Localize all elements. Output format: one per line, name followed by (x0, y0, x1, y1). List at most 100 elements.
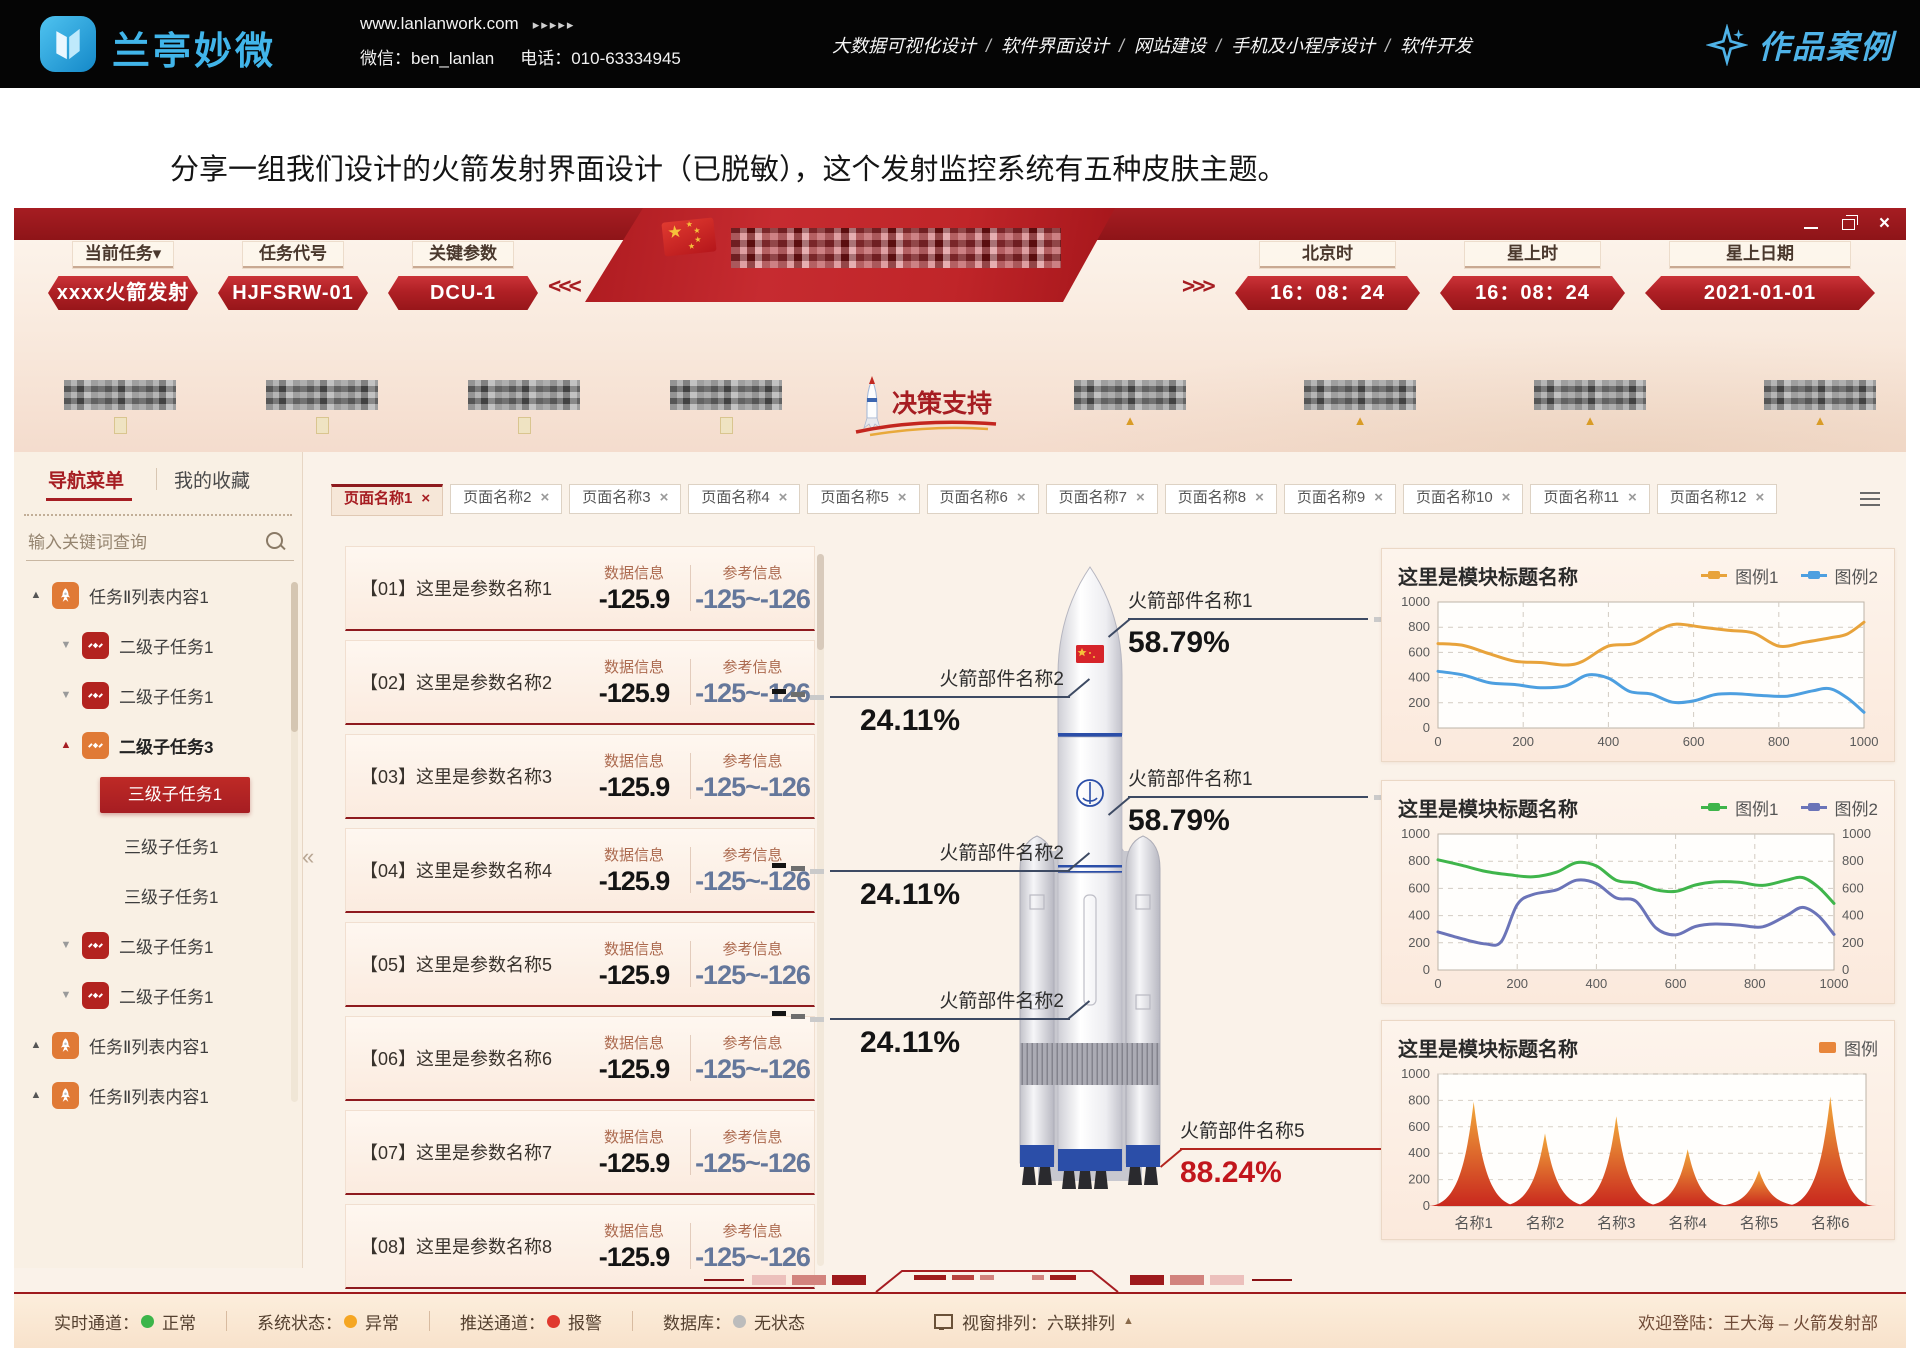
parameter-name: 【01】这里是参数名称1 (346, 575, 578, 601)
sidebar-scrollbar-thumb[interactable] (291, 582, 298, 732)
page-tab[interactable]: 页面名称3× (569, 484, 681, 514)
rocket-callout: 火箭部件名称224.11% (830, 838, 1070, 912)
redacted-nav-item[interactable] (264, 380, 380, 434)
parameter-card[interactable]: 【04】这里是参数名称4数据信息-125.9参考信息-125~-126 (345, 828, 815, 913)
tab-close-icon[interactable]: × (660, 489, 669, 506)
nav-marker (114, 417, 127, 434)
expand-arrow-icon[interactable]: ▼ (58, 639, 74, 651)
tab-close-icon[interactable]: × (1374, 489, 1383, 506)
redacted-nav-item[interactable] (466, 380, 582, 434)
search-input[interactable] (26, 526, 294, 561)
mission-field: 任务代号HJFSRW-01 (218, 242, 368, 310)
site-nav-item[interactable]: 软件开发 (1400, 36, 1472, 56)
sidebar-collapse-handle[interactable]: « (302, 844, 314, 870)
tab-close-icon[interactable]: × (1502, 489, 1511, 506)
page-tab[interactable]: 页面名称11× (1530, 484, 1649, 514)
site-nav-item[interactable]: 手机及小程序设计 (1231, 36, 1375, 56)
tab-close-icon[interactable]: × (1628, 489, 1637, 506)
status-dot-icon (344, 1315, 357, 1328)
sidebar-tab-nav-menu[interactable]: 导航菜单 (48, 466, 124, 493)
tree-item[interactable]: 三级子任务1 (14, 820, 296, 870)
tree-item-label[interactable]: 三级子任务1 (124, 883, 218, 908)
parameter-card[interactable]: 【06】这里是参数名称6数据信息-125.9参考信息-125~-126 (345, 1016, 815, 1101)
site-nav-item[interactable]: 软件界面设计 (1001, 36, 1109, 56)
field-label[interactable]: 任务代号 (243, 242, 343, 268)
tree-item[interactable]: ▲任务Ⅱ列表内容1 (14, 1020, 296, 1070)
tree-item[interactable]: 三级子任务1 (14, 770, 296, 820)
page-tab[interactable]: 页面名称12× (1657, 484, 1777, 514)
window-restore-button[interactable] (1842, 219, 1855, 230)
page-tab[interactable]: 页面名称1 × (331, 484, 443, 516)
satellite-icon (82, 732, 109, 759)
tab-close-icon[interactable]: × (540, 489, 549, 506)
tab-close-icon[interactable]: × (779, 489, 788, 506)
parameter-card[interactable]: 【05】这里是参数名称5数据信息-125.9参考信息-125~-126 (345, 922, 815, 1007)
sidebar-tab-favorites[interactable]: 我的收藏 (174, 466, 250, 493)
nav-item-decision-support[interactable]: 决策支持 (836, 374, 1006, 443)
redacted-nav-item[interactable]: ▲ (1302, 380, 1418, 427)
collapse-arrow-icon[interactable]: ▲ (58, 739, 74, 751)
tabs-menu-icon[interactable] (1860, 492, 1880, 510)
website-link[interactable]: www.lanlanwork.com (360, 14, 519, 33)
parameter-card[interactable]: 【01】这里是参数名称1数据信息-125.9参考信息-125~-126 (345, 546, 815, 631)
module-card-line-chart-1: 这里是模块标题名称图例1图例20200400600800100002004006… (1381, 548, 1895, 762)
site-nav-item[interactable]: 网站建设 (1134, 36, 1206, 56)
field-label[interactable]: 关键参数 (413, 242, 513, 268)
field-label[interactable]: 北京时 (1260, 242, 1395, 268)
field-label[interactable]: 星上时 (1465, 242, 1600, 268)
redacted-nav-item[interactable]: ▲ (1532, 380, 1648, 427)
tree-item[interactable]: ▼二级子任务1 (14, 620, 296, 670)
tree-item-label[interactable]: 三级子任务1 (124, 833, 218, 858)
expand-arrow-icon[interactable]: ▼ (58, 939, 74, 951)
tab-close-icon[interactable]: × (1255, 489, 1264, 506)
page-tab[interactable]: 页面名称2× (450, 484, 562, 514)
field-value-badge: 16：08：24 (1440, 276, 1625, 310)
nav-marker (720, 417, 733, 434)
svg-text:1000: 1000 (1401, 594, 1430, 609)
redacted-nav-item[interactable] (668, 380, 784, 434)
tab-close-icon[interactable]: × (421, 490, 430, 507)
tree-item[interactable]: ▼二级子任务1 (14, 670, 296, 720)
expand-arrow-icon[interactable]: ▼ (58, 689, 74, 701)
status-dot-icon (141, 1315, 154, 1328)
redacted-nav-item[interactable]: ▲ (1072, 380, 1188, 427)
portfolio-link[interactable]: 作品案例 (1706, 22, 1894, 68)
redacted-nav-item[interactable]: ▲ (1762, 380, 1878, 427)
collapse-arrow-icon[interactable]: ▲ (28, 589, 44, 601)
tab-close-icon[interactable]: × (1755, 489, 1764, 506)
tree-item[interactable]: ▲任务Ⅱ列表内容1 (14, 570, 296, 620)
tab-close-icon[interactable]: × (1017, 489, 1026, 506)
parameter-card[interactable]: 【03】这里是参数名称3数据信息-125.9参考信息-125~-126 (345, 734, 815, 819)
tab-close-icon[interactable]: × (1136, 489, 1145, 506)
intro-title: 分享一组我们设计的火箭发射界面设计（已脱敏），这个发射监控系统有五种皮肤主题。 (170, 146, 1287, 188)
tree-item[interactable]: ▲二级子任务3 (14, 720, 296, 770)
collapse-arrow-icon[interactable]: ▲ (28, 1089, 44, 1101)
tree-item[interactable]: 三级子任务1 (14, 870, 296, 920)
page-tab[interactable]: 页面名称10× (1403, 484, 1523, 514)
nav-marker (316, 417, 329, 434)
expand-arrow-icon[interactable]: ▼ (58, 989, 74, 1001)
page-tab-label: 页面名称1 (344, 490, 412, 507)
tree-item[interactable]: ▼二级子任务1 (14, 920, 296, 970)
tree-item-selected[interactable]: 三级子任务1 (100, 777, 250, 813)
window-close-button[interactable]: × (1879, 216, 1890, 232)
tree-item[interactable]: ▲任务Ⅱ列表内容1 (14, 1070, 296, 1120)
field-label[interactable]: 当前任务▾ (73, 242, 173, 268)
status-dot-icon (733, 1315, 746, 1328)
window-layout-selector[interactable]: 视窗排列：六联排列 ▲ (934, 1309, 1134, 1334)
dotted-divider (24, 514, 292, 516)
parameter-card[interactable]: 【07】这里是参数名称7数据信息-125.9参考信息-125~-126 (345, 1110, 815, 1195)
window-minimize-button[interactable] (1804, 227, 1818, 229)
tree-item[interactable]: ▼二级子任务1 (14, 970, 296, 1020)
svg-text:600: 600 (1842, 880, 1864, 895)
page-tab[interactable]: 页面名称4× (688, 484, 800, 514)
parameter-data: 数据信息-125.9 (578, 1126, 690, 1179)
redacted-nav-item[interactable] (62, 380, 178, 434)
collapse-arrow-icon[interactable]: ▲ (28, 1039, 44, 1051)
parameter-card[interactable]: 【02】这里是参数名称2数据信息-125.9参考信息-125~-126 (345, 640, 815, 725)
tab-close-icon[interactable]: × (898, 489, 907, 506)
dashboard-main-nav: 决策支持 ▲ ▲ ▲ ▲ (14, 374, 1906, 452)
field-label[interactable]: 星上日期 (1670, 242, 1850, 268)
site-nav-item[interactable]: 大数据可视化设计 (832, 36, 976, 56)
search-icon[interactable] (266, 532, 283, 549)
